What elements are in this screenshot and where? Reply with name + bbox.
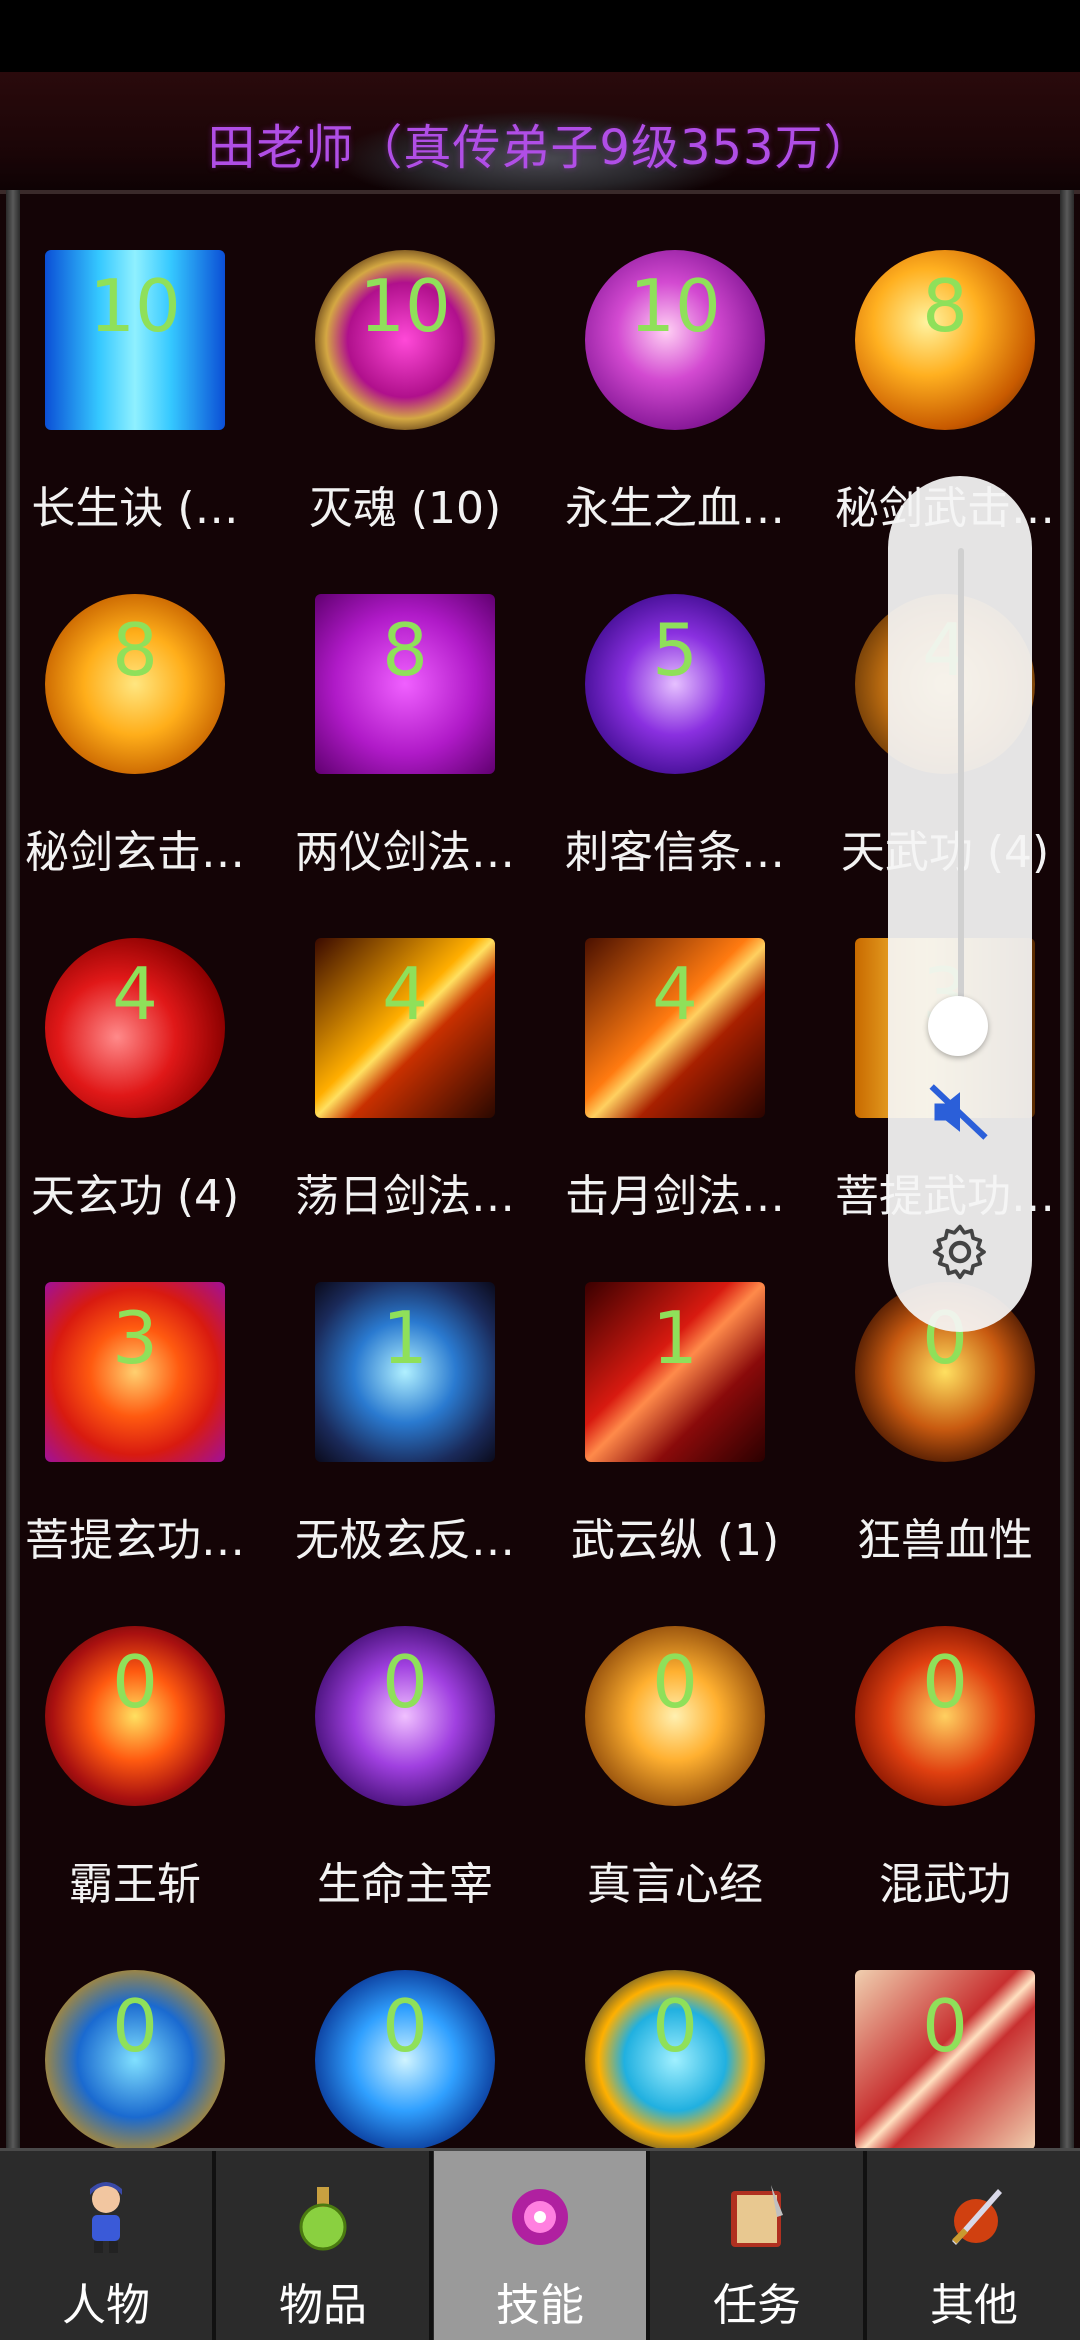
skill-name: 武云纵 (1): [570, 1515, 780, 1566]
skill-level: 10: [629, 264, 721, 348]
tab-character[interactable]: 人物: [0, 2151, 216, 2340]
skill-level: 4: [112, 952, 158, 1036]
tab-label: 任务: [713, 2280, 801, 2331]
skill-item[interactable]: 0: [810, 1930, 1080, 2150]
skill-level: 8: [112, 608, 158, 692]
tab-label: 其他: [930, 2280, 1018, 2331]
skill-item[interactable]: 4 击月剑法…: [540, 898, 810, 1242]
skill-name: 无极玄反…: [295, 1515, 515, 1566]
skill-level: 0: [112, 1984, 158, 2068]
skill-item[interactable]: 8 两仪剑法…: [270, 554, 540, 898]
skill-level: 10: [89, 264, 181, 348]
game-screen: 田老师（真传弟子9级353万） 10 长生诀 (… 10 灭魂 (10) 10 永生之血……: [0, 0, 1080, 2340]
skill-item[interactable]: 4 天玄功 (4): [0, 898, 270, 1242]
skill-item[interactable]: 8 秘剑玄击…: [0, 554, 270, 898]
skill-level: 0: [382, 1984, 428, 2068]
skill-item[interactable]: 0 真言心经: [540, 1586, 810, 1930]
skill-level: 0: [382, 1640, 428, 1724]
skill-level: 4: [652, 952, 698, 1036]
skill-level: 10: [359, 264, 451, 348]
skill-name: 刺客信条…: [565, 827, 785, 878]
skill-level: 1: [382, 1296, 428, 1380]
skill-level: 3: [112, 1296, 158, 1380]
skill-level: 0: [922, 1640, 968, 1724]
skill-level: 1: [652, 1296, 698, 1380]
tab-sword[interactable]: 其他: [868, 2151, 1080, 2340]
skill-name: 混武功: [879, 1859, 1011, 1910]
skill-level: 8: [922, 264, 968, 348]
skill-level: 0: [652, 1984, 698, 2068]
skill-name: 两仪剑法…: [295, 827, 515, 878]
quest-book-icon: [731, 2185, 783, 2247]
skill-name: 长生诀 (…: [31, 483, 239, 534]
volume-mute-icon[interactable]: [926, 1078, 994, 1146]
skill-level: 8: [382, 608, 428, 692]
tab-potion[interactable]: 物品: [217, 2151, 433, 2340]
sword-icon: [952, 2189, 1002, 2245]
settings-gear-icon[interactable]: [928, 1220, 992, 1284]
skill-name: 灭魂 (10): [308, 483, 502, 534]
tab-label: 物品: [279, 2280, 367, 2331]
skill-name: 秘剑玄击…: [25, 827, 245, 878]
skill-level: 5: [652, 608, 698, 692]
potion-icon: [299, 2187, 347, 2251]
skill-name: 菩提玄功…: [25, 1515, 245, 1566]
volume-slider-track[interactable]: [958, 548, 964, 1028]
skill-level: 0: [652, 1640, 698, 1724]
skill-level: 0: [922, 1984, 968, 2068]
bottom-nav: 人物 物品 技能 任务 其他: [0, 2148, 1080, 2340]
volume-panel: [888, 476, 1032, 1332]
skill-item[interactable]: 3 菩提玄功…: [0, 1242, 270, 1586]
skill-level: 0: [112, 1640, 158, 1724]
skill-item[interactable]: 0: [270, 1930, 540, 2150]
skill-name: 荡日剑法…: [295, 1171, 515, 1222]
status-bar: [0, 0, 1080, 72]
skill-item[interactable]: 4 荡日剑法…: [270, 898, 540, 1242]
tab-quest-book[interactable]: 任务: [651, 2151, 867, 2340]
skill-name: 天玄功 (4): [30, 1171, 240, 1222]
skill-name: 霸王斩: [69, 1859, 201, 1910]
skill-name: 永生之血…: [565, 483, 785, 534]
page-title: 田老师（真传弟子9级353万）: [207, 120, 873, 176]
skill-level: 4: [382, 952, 428, 1036]
skill-name: 狂兽血性: [857, 1515, 1033, 1566]
tab-label: 人物: [62, 2280, 150, 2331]
skill-item[interactable]: 0: [540, 1930, 810, 2150]
skill-item[interactable]: 10 灭魂 (10): [270, 210, 540, 554]
character-icon: [90, 2182, 122, 2253]
skill-item[interactable]: 10 长生诀 (…: [0, 210, 270, 554]
skill-item[interactable]: 0 混武功: [810, 1586, 1080, 1930]
skill-item[interactable]: 0: [0, 1930, 270, 2150]
skill-name: 击月剑法…: [565, 1171, 785, 1222]
volume-slider-thumb[interactable]: [928, 996, 988, 1056]
skill-item[interactable]: 10 永生之血…: [540, 210, 810, 554]
skill-item[interactable]: 0 生命主宰: [270, 1586, 540, 1930]
skill-item[interactable]: 1 无极玄反…: [270, 1242, 540, 1586]
tab-skill-orb[interactable]: 技能: [434, 2151, 650, 2340]
skill-name: 生命主宰: [317, 1859, 493, 1910]
skill-item[interactable]: 5 刺客信条…: [540, 554, 810, 898]
skill-item[interactable]: 0 霸王斩: [0, 1586, 270, 1930]
skill-name: 真言心经: [587, 1859, 763, 1910]
tab-label: 技能: [496, 2280, 584, 2331]
skill-orb-icon: [512, 2189, 568, 2245]
skill-item[interactable]: 1 武云纵 (1): [540, 1242, 810, 1586]
